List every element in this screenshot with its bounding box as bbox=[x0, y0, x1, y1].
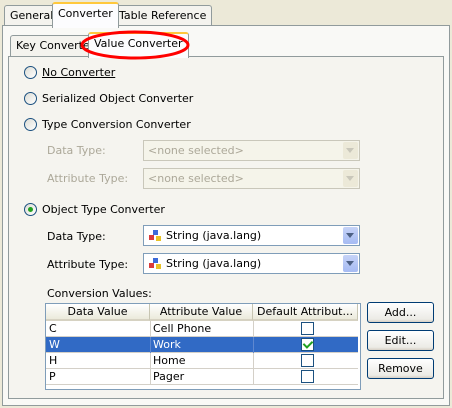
data-value-cell: W bbox=[49, 338, 60, 351]
ot-attribute-type-value: String (java.lang) bbox=[166, 257, 262, 270]
table-row[interactable]: W Work bbox=[46, 337, 358, 353]
type-conversion-label[interactable]: Type Conversion Converter bbox=[42, 118, 191, 131]
chevron-down-icon bbox=[343, 255, 358, 272]
add-button[interactable]: Add... bbox=[367, 302, 434, 323]
data-value-cell: P bbox=[49, 370, 56, 383]
column-header-default-attribute[interactable]: Default Attribut... bbox=[253, 304, 358, 321]
default-checkbox[interactable] bbox=[301, 338, 314, 351]
chevron-down-icon bbox=[343, 227, 358, 244]
data-value-cell: C bbox=[49, 322, 57, 335]
conversion-values-table[interactable]: Data Value Attribute Value Default Attri… bbox=[45, 303, 361, 390]
default-checkbox[interactable] bbox=[301, 370, 314, 383]
table-row[interactable]: H Home bbox=[46, 353, 358, 369]
attribute-value-cell: Pager bbox=[153, 370, 185, 383]
tc-attribute-type-value: <none selected> bbox=[148, 172, 244, 185]
attribute-value-cell: Home bbox=[153, 354, 186, 367]
column-header-data-value[interactable]: Data Value bbox=[46, 304, 150, 321]
default-checkbox[interactable] bbox=[301, 322, 314, 335]
attribute-value-cell: Cell Phone bbox=[153, 322, 212, 335]
java-class-icon bbox=[149, 230, 161, 241]
object-type-label[interactable]: Object Type Converter bbox=[42, 203, 165, 216]
type-conversion-radio[interactable] bbox=[24, 118, 37, 131]
ot-data-type-combo[interactable]: String (java.lang) bbox=[143, 225, 360, 246]
ot-attribute-type-combo[interactable]: String (java.lang) bbox=[143, 253, 360, 274]
ot-data-type-value: String (java.lang) bbox=[166, 229, 262, 242]
chevron-down-icon bbox=[343, 170, 358, 187]
edit-button[interactable]: Edit... bbox=[367, 330, 434, 351]
table-row[interactable]: P Pager bbox=[46, 369, 358, 385]
object-type-radio[interactable] bbox=[24, 203, 37, 216]
tc-attribute-type-label: Attribute Type: bbox=[47, 172, 129, 185]
tc-attribute-type-combo[interactable]: <none selected> bbox=[143, 168, 360, 189]
no-converter-radio[interactable] bbox=[24, 66, 37, 79]
default-checkbox[interactable] bbox=[301, 354, 314, 367]
java-class-icon bbox=[149, 258, 161, 269]
no-converter-label[interactable]: No Converter bbox=[42, 66, 115, 79]
serialized-converter-radio[interactable] bbox=[24, 92, 37, 105]
highlight-oval bbox=[80, 30, 190, 60]
serialized-converter-label[interactable]: Serialized Object Converter bbox=[42, 92, 193, 105]
tc-data-type-value: <none selected> bbox=[148, 144, 244, 157]
tc-data-type-label: Data Type: bbox=[47, 144, 106, 157]
ot-data-type-label: Data Type: bbox=[47, 230, 106, 243]
attribute-value-cell: Work bbox=[153, 338, 181, 351]
chevron-down-icon bbox=[343, 142, 358, 159]
table-row[interactable]: C Cell Phone bbox=[46, 321, 358, 337]
data-value-cell: H bbox=[49, 354, 58, 367]
column-header-attribute-value[interactable]: Attribute Value bbox=[150, 304, 253, 321]
tc-data-type-combo[interactable]: <none selected> bbox=[143, 140, 360, 161]
tab-converter[interactable]: Converter bbox=[52, 2, 119, 28]
ot-attribute-type-label: Attribute Type: bbox=[47, 258, 129, 271]
remove-button[interactable]: Remove bbox=[367, 358, 434, 379]
tab-table-reference[interactable]: Table Reference bbox=[113, 5, 213, 27]
conversion-values-label: Conversion Values: bbox=[47, 287, 152, 300]
